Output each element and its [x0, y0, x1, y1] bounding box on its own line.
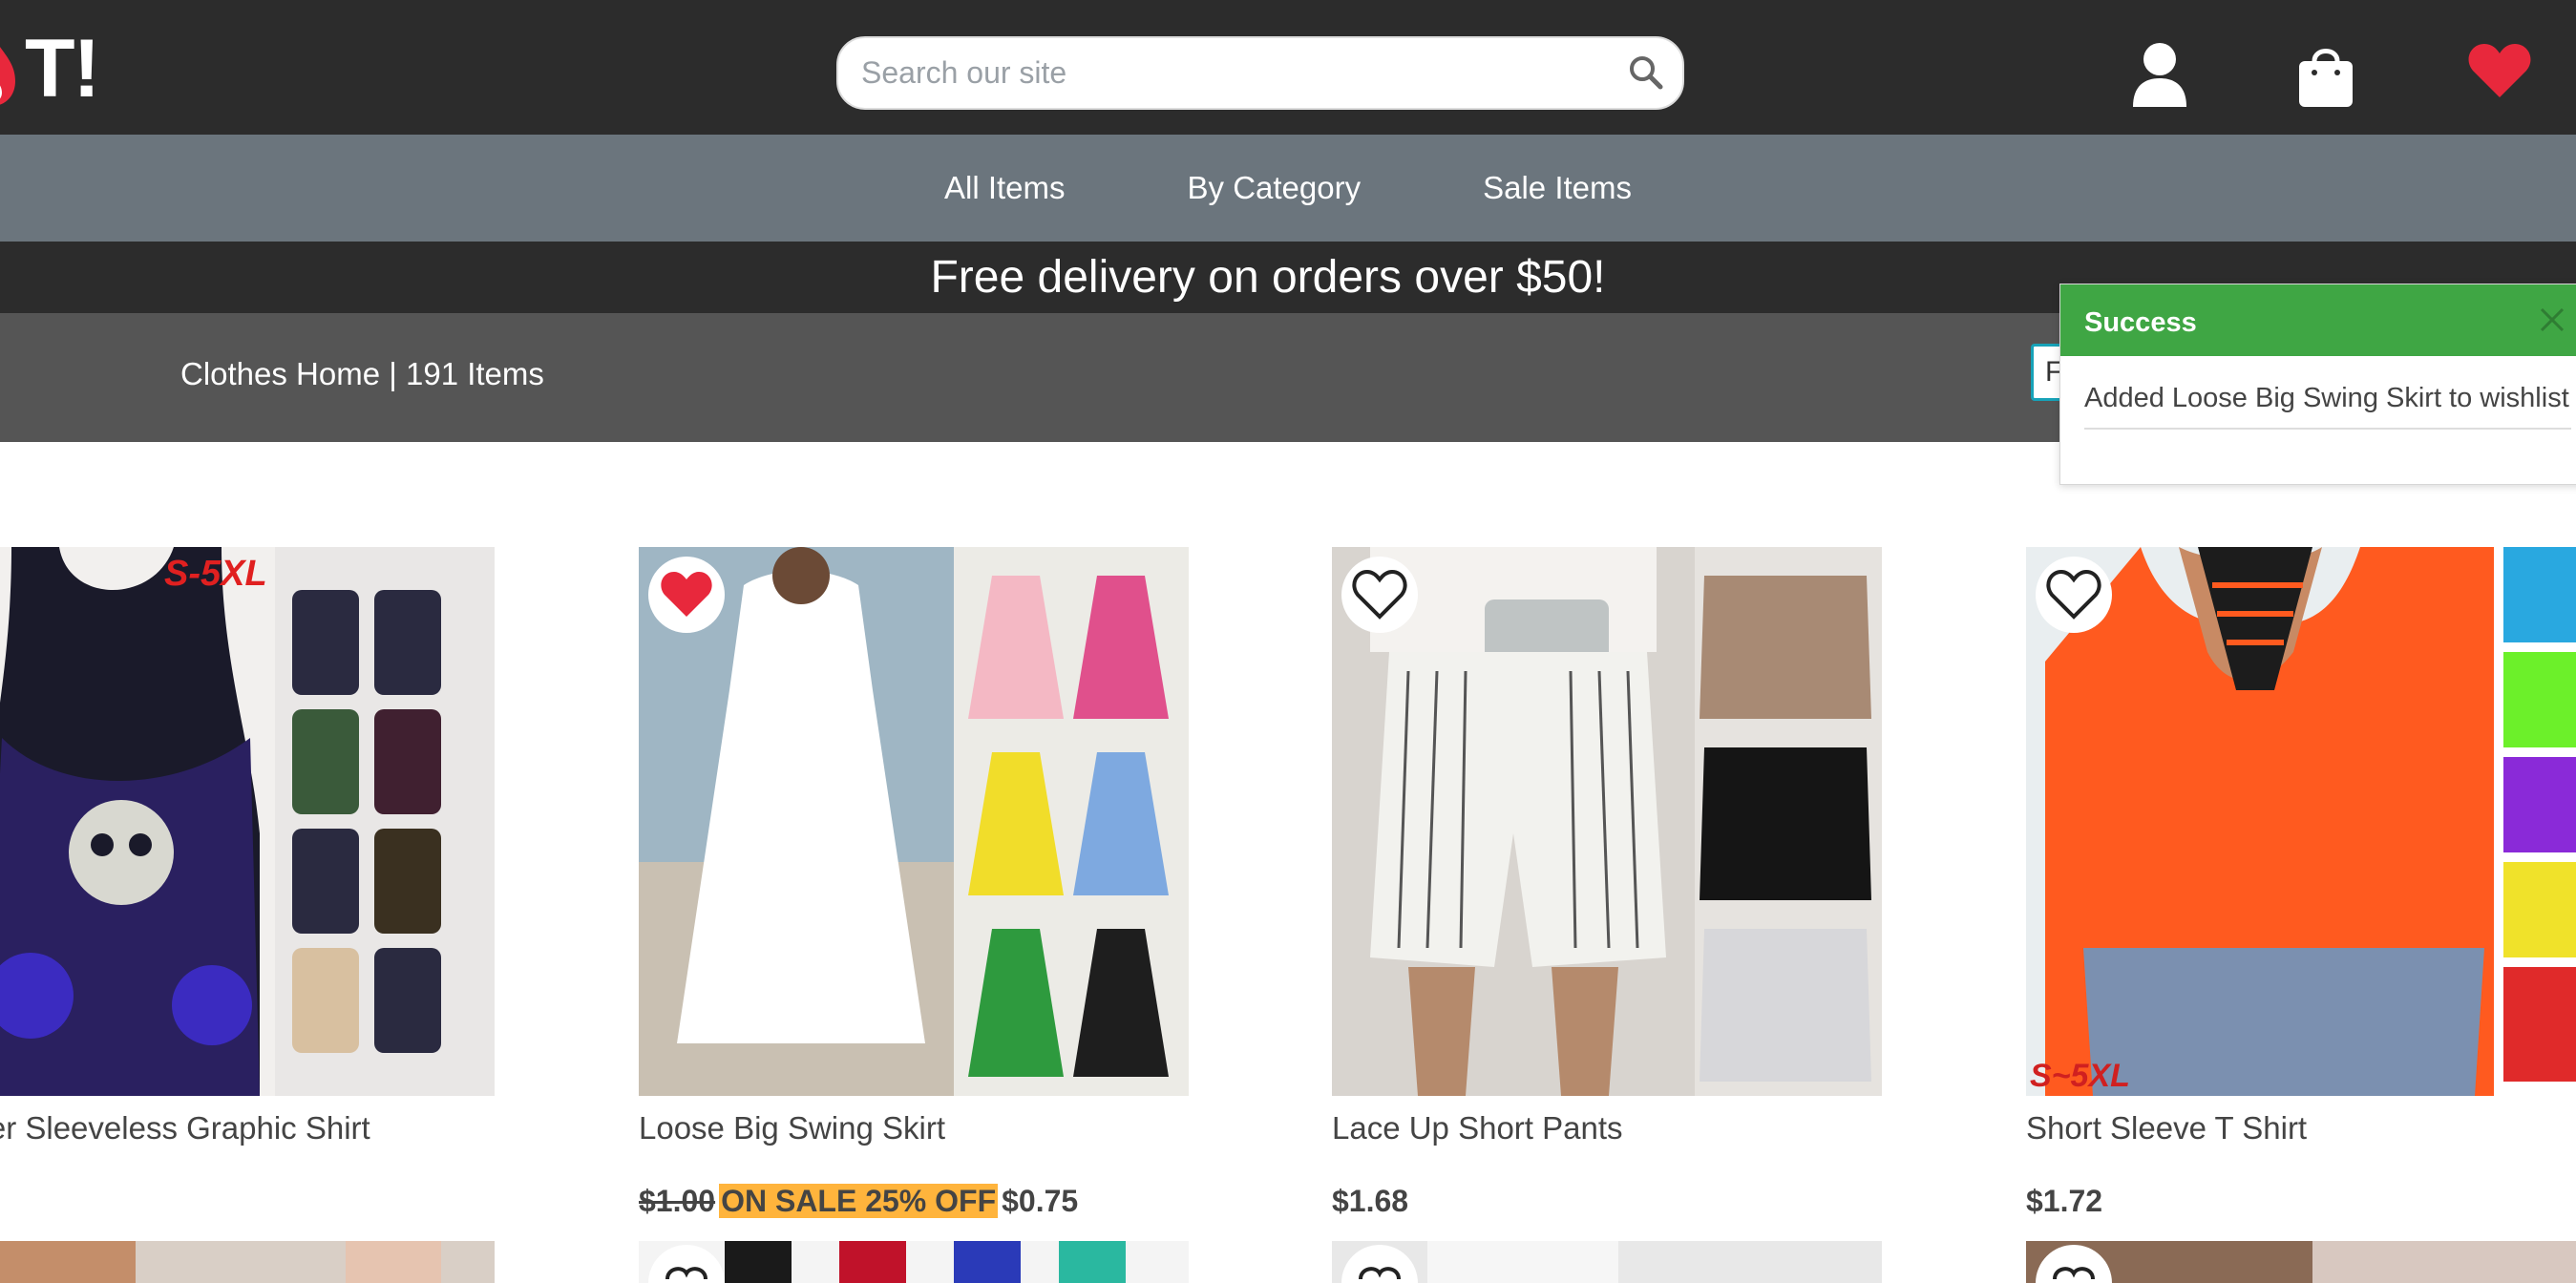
heart-outline-icon	[2046, 569, 2101, 620]
product-image[interactable]: S-5XL	[0, 547, 495, 1096]
toast-title: Success	[2060, 284, 2576, 356]
close-icon[interactable]	[2538, 305, 2566, 334]
product-image[interactable]: S~5XL	[2026, 547, 2576, 1096]
sale-badge: ON SALE 25% OFF	[719, 1184, 999, 1218]
product-image	[0, 1241, 495, 1283]
product-name[interactable]: Short Sleeve T Shirt	[2026, 1110, 2307, 1146]
original-price: $1.00	[639, 1184, 716, 1218]
product-card-partial[interactable]	[639, 1241, 1189, 1283]
product-image[interactable]	[639, 547, 1189, 1096]
product-price: $1.72	[2026, 1184, 2103, 1218]
search-input[interactable]	[861, 38, 1587, 108]
nav-by-category[interactable]: By Category	[1188, 170, 1362, 206]
user-icon[interactable]	[2129, 40, 2190, 109]
product-image[interactable]	[1332, 547, 1882, 1096]
main-nav: All Items By Category Sale Items	[0, 135, 2576, 242]
product-card[interactable]: Loose Big Swing Skirt $1.00 ON SALE 25% O…	[639, 547, 1189, 1234]
toast-message: Added Loose Big Swing Skirt to wishlist	[2084, 383, 2569, 413]
product-image	[2026, 1241, 2576, 1283]
svg-text:S-5XL: S-5XL	[164, 554, 267, 594]
product-image	[639, 1241, 1189, 1283]
wishlist-toggle[interactable]	[648, 557, 725, 633]
wishlist-toggle[interactable]	[2036, 557, 2112, 633]
product-card[interactable]: Lace Up Short Pants $1.68	[1332, 547, 1882, 1234]
wishlist-toggle[interactable]	[1341, 557, 1418, 633]
product-card-partial[interactable]	[0, 1241, 495, 1283]
site-header: T!	[0, 0, 2576, 135]
product-price: $1.68	[1332, 1184, 1409, 1218]
promo-text: Free delivery on orders over $50!	[930, 252, 1606, 303]
product-name[interactable]: nmer Sleeveless Graphic Shirt	[0, 1110, 370, 1146]
product-card[interactable]: S-5XL nmer Sleeveless Graphic Shirt 00	[0, 547, 495, 1234]
heart-filled-icon	[661, 572, 712, 617]
success-toast: Success Added Loose Big Swing Skirt to w…	[2059, 284, 2576, 485]
nav-all-items[interactable]: All Items	[944, 170, 1066, 206]
logo-text-right: T!	[25, 22, 100, 115]
product-name[interactable]: Loose Big Swing Skirt	[639, 1110, 945, 1146]
product-card-partial[interactable]	[2026, 1241, 2576, 1283]
svg-text:S~5XL: S~5XL	[2030, 1058, 2130, 1094]
flame-icon	[0, 47, 15, 105]
search-bar	[836, 36, 1684, 110]
wishlist-heart-icon[interactable]	[2467, 42, 2532, 99]
product-card-partial[interactable]	[1332, 1241, 1882, 1283]
site-logo[interactable]: T!	[0, 22, 100, 115]
product-image	[1332, 1241, 1882, 1283]
heart-outline-icon	[1352, 569, 1407, 620]
product-price: $1.00 ON SALE 25% OFF $0.75	[639, 1184, 1078, 1219]
sale-price: $0.75	[1002, 1184, 1079, 1218]
toast-divider	[2084, 428, 2571, 430]
nav-sale-items[interactable]: Sale Items	[1483, 170, 1632, 206]
shopping-bag-icon[interactable]	[2295, 40, 2356, 109]
product-name[interactable]: Lace Up Short Pants	[1332, 1110, 1623, 1146]
breadcrumb: Clothes Home | 191 Items	[180, 356, 544, 391]
product-card[interactable]: S~5XL Short Sleeve T Shirt $1.72	[2026, 547, 2576, 1234]
search-icon[interactable]	[1627, 53, 1665, 92]
